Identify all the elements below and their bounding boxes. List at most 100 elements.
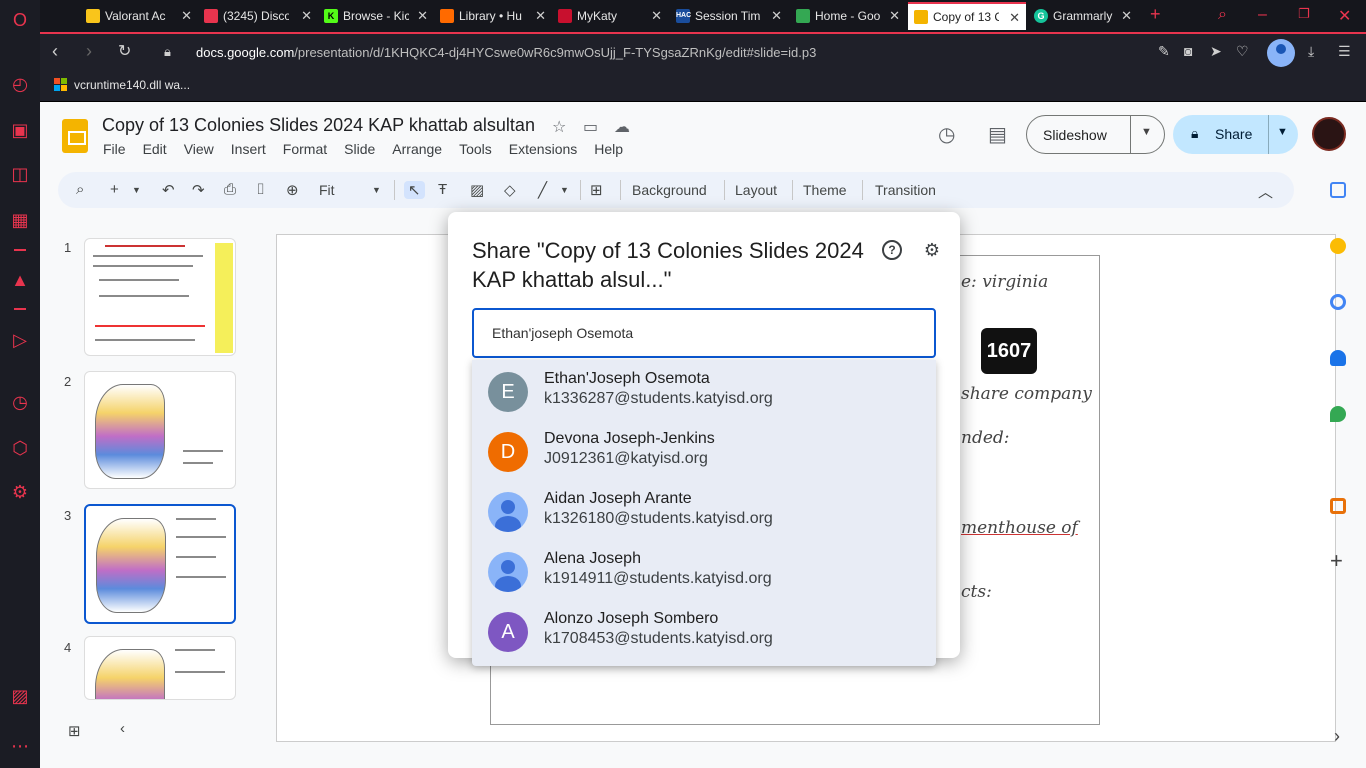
tab[interactable]: HAC Session Tim ✕ (670, 2, 788, 30)
restore-icon[interactable]: ❐ (1298, 6, 1310, 22)
menu-extensions[interactable]: Extensions (509, 141, 577, 157)
redo-icon[interactable]: ↷ (192, 181, 205, 199)
slides-logo-icon[interactable] (62, 119, 88, 153)
calendar-icon[interactable] (1330, 182, 1346, 198)
gallery-icon[interactable]: ▨ (8, 684, 32, 708)
more-icon[interactable]: ⋯ (8, 734, 32, 758)
add-people-input[interactable]: Ethan'joseph Osemota (472, 308, 936, 358)
slide-thumbnail[interactable] (84, 371, 236, 489)
slide-text[interactable]: share company (961, 384, 1092, 404)
keep-icon[interactable] (1330, 238, 1346, 254)
close-icon[interactable]: ✕ (301, 8, 312, 24)
print-icon[interactable]: ⎙ (224, 181, 236, 198)
image-icon[interactable]: ▨ (470, 181, 484, 199)
document-title[interactable]: Copy of 13 Colonies Slides 2024 KAP khat… (102, 115, 535, 136)
tab[interactable]: Library • Hu ✕ (434, 2, 552, 30)
edit-icon[interactable]: ✎ (1158, 43, 1170, 60)
download-icon[interactable]: ⤓ (1308, 43, 1314, 60)
close-icon[interactable]: ✕ (181, 8, 192, 24)
select-icon[interactable]: ↖ (404, 181, 425, 199)
twitch-icon[interactable]: ◫ (8, 162, 32, 186)
paint-format-icon[interactable]: ⌷ (256, 181, 265, 198)
tasks-icon[interactable] (1330, 294, 1346, 310)
menu-file[interactable]: File (103, 141, 126, 157)
minimize-icon[interactable]: – (1258, 6, 1267, 24)
move-folder-icon[interactable]: ▭ (583, 117, 598, 137)
close-icon[interactable]: ✕ (889, 8, 900, 24)
tab[interactable]: K Browse - Kic ✕ (318, 2, 434, 30)
line-icon[interactable]: ╱ (538, 181, 547, 199)
slide-thumbnail[interactable] (84, 636, 236, 700)
chevron-right-icon[interactable]: › (1334, 726, 1340, 747)
chevron-down-icon[interactable]: ▼ (1277, 126, 1288, 138)
suggestion-item[interactable]: A Alonzo Joseph Sombero k1708453@student… (472, 600, 936, 660)
version-history-icon[interactable]: ◷ (938, 122, 955, 147)
transition-button[interactable]: Transition (875, 182, 936, 198)
new-slide-icon[interactable]: + (110, 181, 119, 198)
forward-icon[interactable]: › (86, 41, 92, 62)
speed-dial-icon[interactable]: ◴ (8, 72, 32, 96)
slideshow-button[interactable]: Slideshow ▼ (1026, 115, 1165, 154)
suggestion-item[interactable]: E Ethan'Joseph Osemota k1336287@students… (472, 360, 936, 420)
help-icon[interactable]: ? (882, 240, 902, 260)
close-icon[interactable]: ✕ (417, 8, 428, 24)
bookmark-item[interactable]: vcruntime140.dll wa... (54, 78, 190, 92)
contacts-icon[interactable] (1330, 350, 1346, 366)
tab[interactable]: MyKaty ✕ (552, 2, 668, 30)
opera-logo-icon[interactable]: O (8, 8, 32, 32)
cube-icon[interactable]: ⬡ (8, 436, 32, 460)
layout-button[interactable]: Layout (735, 182, 777, 198)
suggestion-item[interactable]: Alena Joseph k1914911@students.katyisd.o… (472, 540, 936, 600)
comments-icon[interactable]: ▤ (988, 122, 1007, 147)
player-icon[interactable]: ▷ (8, 328, 32, 352)
menu-view[interactable]: View (184, 141, 214, 157)
star-icon[interactable]: ☆ (552, 117, 566, 137)
close-icon[interactable]: ✕ (771, 8, 782, 24)
suggestion-item[interactable]: D Devona Joseph-Jenkins J0912361@katyisd… (472, 420, 936, 480)
chevron-down-icon[interactable]: ▼ (372, 185, 381, 195)
chip-icon[interactable]: ▦ (8, 208, 32, 232)
gear-icon[interactable]: ⚙ (922, 240, 942, 260)
search-menus-icon[interactable]: ⌕ (76, 181, 84, 198)
maps-icon[interactable] (1330, 406, 1346, 422)
chevron-up-icon[interactable]: ︿ (1258, 181, 1273, 202)
shape-icon[interactable]: ◇ (504, 181, 516, 199)
close-window-icon[interactable]: ✕ (1338, 6, 1351, 26)
cloud-status-icon[interactable]: ☁ (614, 117, 630, 137)
slide-thumbnail[interactable] (84, 238, 236, 356)
settings-icon[interactable]: ⚙ (8, 480, 32, 504)
tab[interactable]: (3245) Disco ✕ (198, 2, 318, 30)
menu-slide[interactable]: Slide (344, 141, 375, 157)
chevron-down-icon[interactable]: ▼ (132, 185, 141, 195)
new-tab-button[interactable]: + (1150, 4, 1161, 25)
menu-insert[interactable]: Insert (231, 141, 266, 157)
menu-arrange[interactable]: Arrange (392, 141, 442, 157)
zoom-select[interactable]: Fit (319, 182, 335, 198)
url-field[interactable]: docs.google.com/presentation/d/1KHQKC4-d… (196, 45, 816, 60)
slide-text[interactable]: cts: (961, 582, 992, 602)
undo-icon[interactable]: ↶ (162, 181, 175, 199)
menu-format[interactable]: Format (283, 141, 327, 157)
camera-icon[interactable]: ◙ (1184, 43, 1192, 59)
slide-text[interactable]: nded: (961, 428, 1010, 448)
reload-icon[interactable]: ↻ (118, 41, 131, 61)
suggestion-item[interactable]: Aidan Joseph Arante k1326180@students.ka… (472, 480, 936, 540)
send-icon[interactable]: ➤ (1210, 43, 1222, 60)
slide-thumbnail-selected[interactable] (84, 504, 236, 624)
menu-tools[interactable]: Tools (459, 141, 492, 157)
share-button[interactable]: 🔒︎ Share ▼ (1173, 115, 1298, 154)
close-icon[interactable]: ✕ (1121, 8, 1132, 24)
tab[interactable]: Valorant Ac ✕ (80, 2, 198, 30)
briefcase-icon[interactable]: ▣ (8, 118, 32, 142)
aria-icon[interactable]: ▲ (8, 268, 32, 292)
close-icon[interactable]: ✕ (1009, 10, 1020, 26)
chevron-down-icon[interactable]: ▼ (1141, 126, 1152, 138)
menu-help[interactable]: Help (594, 141, 623, 157)
collapse-panel-icon[interactable]: ‹ (120, 720, 125, 737)
account-avatar[interactable] (1312, 117, 1346, 151)
search-tabs-icon[interactable]: ⌕ (1218, 6, 1227, 24)
slide-text[interactable]: e: virginia (961, 272, 1048, 292)
close-icon[interactable]: ✕ (535, 8, 546, 24)
zoom-icon[interactable]: ⊕ (286, 181, 299, 199)
theme-button[interactable]: Theme (803, 182, 847, 198)
